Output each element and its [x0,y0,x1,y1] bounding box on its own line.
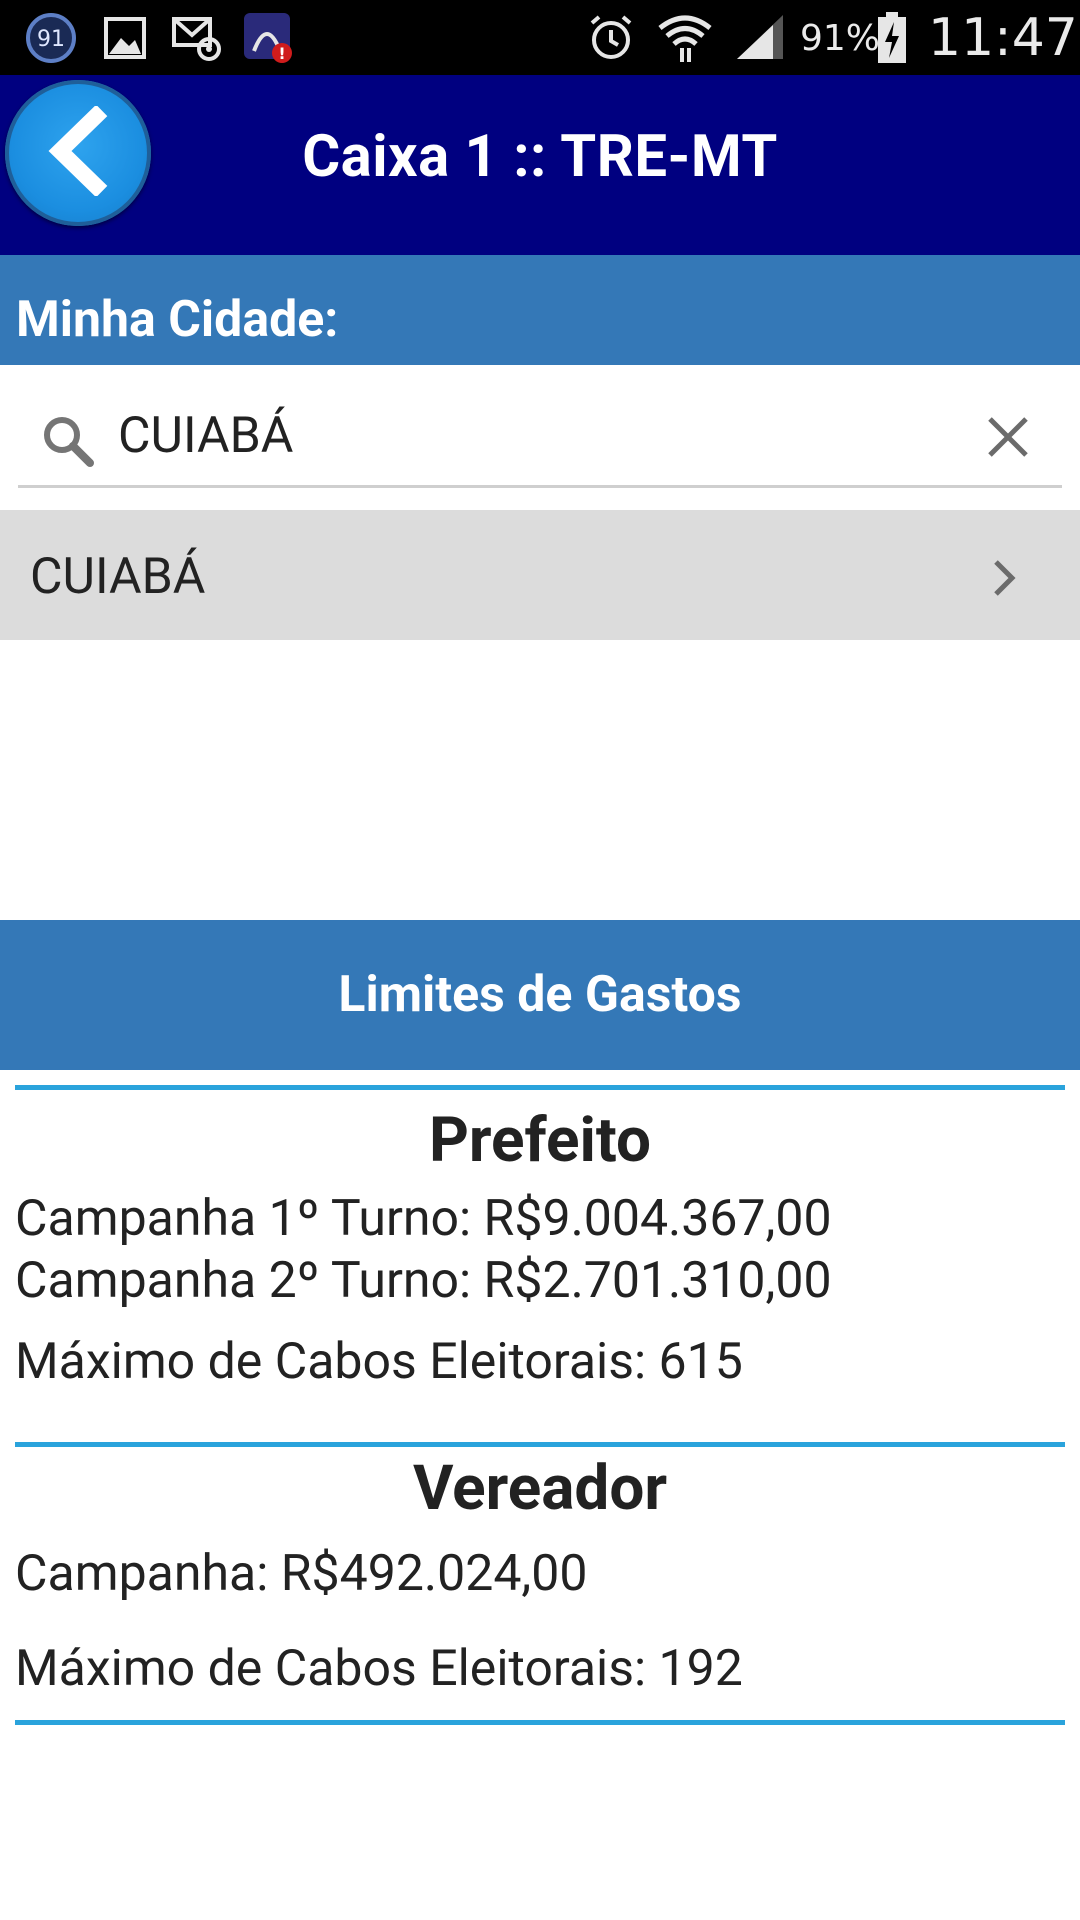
chevron-right-icon [990,558,1018,602]
prefeito-turno1: Campanha 1º Turno: R$9.004.367,00 [15,1190,832,1248]
divider [15,1442,1065,1447]
city-search-field[interactable]: CUIABÁ [18,385,1062,488]
app-bar: Caixa 1 :: TRE-MT [0,75,1080,255]
battery-percent: 91% [800,17,881,59]
battery-charging-icon [874,10,910,66]
svg-text:!: ! [278,44,285,63]
limits-header: Limites de Gastos [0,920,1080,1070]
wifi-icon [655,10,715,66]
prefeito-title: Prefeito [428,1104,652,1177]
image-icon [100,10,150,66]
page-title: Caixa 1 :: TRE-MT [302,123,778,191]
clock: 11:47 [928,8,1078,68]
vereador-cabos: Máximo de Cabos Eleitorais: 192 [15,1640,743,1698]
city-result-item[interactable]: CUIABÁ [0,510,1080,640]
vereador-campanha: Campanha: R$492.024,00 [15,1545,588,1603]
email-at-icon [170,10,226,66]
notification-badge-text: 91 [37,27,65,52]
divider [15,1085,1065,1090]
clear-icon[interactable] [984,413,1032,465]
search-input[interactable]: CUIABÁ [118,407,293,465]
city-section-header: Minha Cidade: [0,255,1080,365]
status-bar: 91 ! 91% 11:47 [0,0,1080,75]
limits-heading: Limites de Gastos [338,966,742,1024]
prefeito-turno2: Campanha 2º Turno: R$2.701.310,00 [15,1252,832,1310]
prefeito-cabos: Máximo de Cabos Eleitorais: 615 [15,1333,743,1391]
vereador-title: Vereador [412,1452,668,1525]
city-section-heading: Minha Cidade: [16,291,339,349]
divider [15,1720,1065,1725]
notification-counter-icon: 91 [22,10,80,66]
search-icon [40,413,96,473]
app-alert-icon: ! [242,10,296,66]
alarm-icon [585,10,637,66]
signal-icon [732,10,788,66]
city-result-label: CUIABÁ [30,548,206,606]
